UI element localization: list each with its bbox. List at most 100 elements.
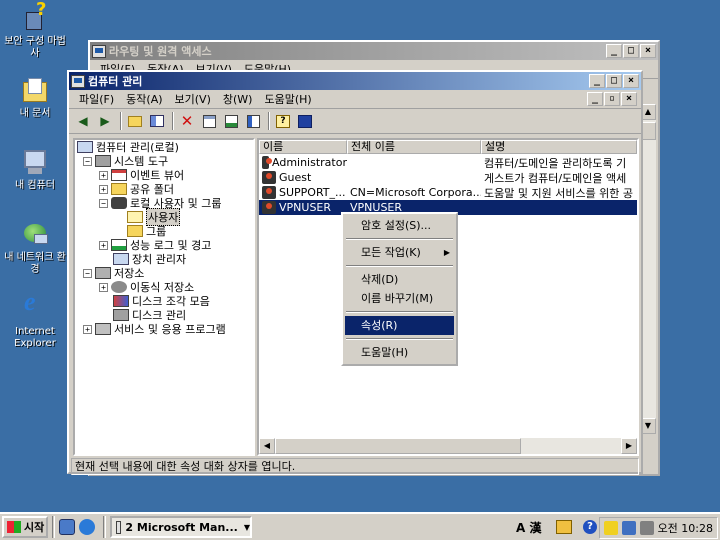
security-shield-icon[interactable] xyxy=(603,521,618,535)
network-tray-icon[interactable] xyxy=(621,521,636,535)
minimize-button[interactable]: _ xyxy=(606,44,622,58)
expand-toggle[interactable]: + xyxy=(83,324,92,334)
desktop-icon-my-computer[interactable]: 내 컴퓨터 xyxy=(0,148,70,192)
menu-item-help[interactable]: 도움말(H) xyxy=(258,91,317,107)
menu-item-file[interactable]: 파일(F) xyxy=(73,91,120,107)
delete-icon[interactable]: ✕ xyxy=(177,112,197,130)
child-close-button[interactable]: × xyxy=(621,92,637,106)
tree-item-users[interactable]: 사용자 xyxy=(127,208,181,226)
taskbar-task-group[interactable]: 2 Microsoft Man... ▼ xyxy=(110,516,252,538)
collapse-toggle[interactable]: − xyxy=(99,198,108,208)
tree-item-disk-management[interactable]: 디스크 관리 xyxy=(113,308,186,322)
desktop-icon-label: 내 컴퓨터 xyxy=(15,180,55,191)
start-button[interactable]: 시작 xyxy=(2,516,48,538)
cell-name: Administrator xyxy=(272,156,347,169)
show-tree-icon[interactable] xyxy=(147,112,167,130)
scroll-thumb[interactable] xyxy=(275,438,521,454)
toolbar-separator xyxy=(120,112,122,130)
language-help-icon[interactable]: ? xyxy=(583,520,597,534)
up-folder-icon[interactable] xyxy=(125,112,145,130)
system-tray: 오전 10:28 xyxy=(598,517,718,539)
expand-toggle[interactable]: + xyxy=(99,282,108,292)
internet-explorer-quicklaunch-icon[interactable] xyxy=(79,519,95,535)
show-desktop-icon[interactable] xyxy=(59,519,75,535)
collapse-toggle[interactable]: − xyxy=(83,156,92,166)
context-menu: 암호 설정(S)... 모든 작업(K) ▶ 삭제(D) 이름 바꾸기(M) 속성… xyxy=(341,212,458,366)
menu-item-help[interactable]: 도움말(H) xyxy=(345,343,454,362)
tree-item-root[interactable]: 컴퓨터 관리(로컬) xyxy=(77,140,179,154)
desktop-icon-internet-explorer[interactable]: e Internet Explorer xyxy=(0,289,70,350)
my-computer-icon xyxy=(20,148,50,178)
table-row[interactable]: Guest 게스트가 컴퓨터/도메인을 액세 xyxy=(259,170,637,185)
ime-indicator[interactable]: A 漢 xyxy=(516,519,541,536)
menu-item-properties[interactable]: 속성(R) xyxy=(345,316,454,335)
collapse-toggle[interactable]: − xyxy=(83,268,92,278)
tree-item-defragmenter[interactable]: 디스크 조각 모음 xyxy=(113,294,210,308)
column-header-fullname[interactable]: 전체 이름 xyxy=(347,140,481,154)
tree-item-system-tools[interactable]: − 시스템 도구 xyxy=(83,154,168,168)
tree-item-services-apps[interactable]: + 서비스 및 응용 프로그램 xyxy=(83,322,226,336)
tree-item-shared-folders[interactable]: + 공유 폴더 xyxy=(99,182,174,196)
menu-item-delete[interactable]: 삭제(D) xyxy=(345,270,454,289)
child-restore-button[interactable]: ▫ xyxy=(604,92,620,106)
list-header: 이름 전체 이름 설명 xyxy=(259,140,637,154)
forward-arrow-icon[interactable]: ▶ xyxy=(95,112,115,130)
help-icon[interactable]: ? xyxy=(273,112,293,130)
menu-item-all-tasks[interactable]: 모든 작업(K) ▶ xyxy=(345,243,454,262)
clock[interactable]: 오전 10:28 xyxy=(658,520,713,536)
routing-window-titlebar[interactable]: 라우팅 및 원격 액세스 _ □ × xyxy=(90,42,658,60)
expand-toggle[interactable]: + xyxy=(99,170,108,180)
menu-item-action[interactable]: 동작(A) xyxy=(120,91,168,107)
mmc-console-icon[interactable] xyxy=(295,112,315,130)
cell-name: VPNUSER xyxy=(279,201,332,214)
tree-item-device-manager[interactable]: 장치 관리자 xyxy=(113,252,186,266)
status-text: 현재 선택 내용에 대한 속성 대화 상자를 엽니다. xyxy=(75,460,296,473)
column-header-description[interactable]: 설명 xyxy=(481,140,637,154)
menu-separator xyxy=(346,338,453,340)
cell-name: Guest xyxy=(279,171,312,184)
menu-item-window[interactable]: 창(W) xyxy=(217,91,259,107)
storage-icon xyxy=(95,267,111,279)
child-minimize-button[interactable]: _ xyxy=(587,92,603,106)
desktop-icon-label: 내 네트워크 환경 xyxy=(4,252,66,275)
main-toolbar: ◀ ▶ ✕ ? xyxy=(69,109,641,134)
close-button[interactable]: × xyxy=(623,74,639,88)
tree-item-performance-logs[interactable]: + 성능 로그 및 경고 xyxy=(99,238,211,252)
maximize-button[interactable]: □ xyxy=(623,44,639,58)
main-window-titlebar[interactable]: 컴퓨터 관리 _ □ × xyxy=(69,72,641,90)
minimize-button[interactable]: _ xyxy=(589,74,605,88)
desktop-icon-security-wizard[interactable]: ? 보안 구성 마법사 xyxy=(0,1,70,60)
scroll-right-button[interactable]: ▶ xyxy=(621,438,637,454)
ime-tool-icon[interactable] xyxy=(556,520,572,534)
open-folder-icon xyxy=(127,211,143,223)
desktop-icon-network[interactable]: 내 네트워크 환경 xyxy=(0,220,70,276)
menu-item-set-password[interactable]: 암호 설정(S)... xyxy=(345,216,454,235)
table-row[interactable]: SUPPORT_... CN=Microsoft Corpora... 도움말 … xyxy=(259,185,637,200)
expand-toggle[interactable]: + xyxy=(99,184,108,194)
menu-item-rename[interactable]: 이름 바꾸기(M) xyxy=(345,289,454,308)
menu-item-view[interactable]: 보기(V) xyxy=(169,91,217,107)
windows-update-icon[interactable] xyxy=(639,521,654,535)
tree-item-storage[interactable]: − 저장소 xyxy=(83,266,144,280)
maximize-button[interactable]: □ xyxy=(606,74,622,88)
tree-item-groups[interactable]: 그룹 xyxy=(127,224,166,238)
desktop-icon-my-documents[interactable]: 내 문서 xyxy=(0,76,70,120)
tree-item-event-viewer[interactable]: + 이벤트 뷰어 xyxy=(99,168,184,182)
export-list-icon[interactable] xyxy=(243,112,263,130)
users-groups-icon xyxy=(111,197,127,209)
close-button[interactable]: × xyxy=(640,44,656,58)
back-arrow-icon[interactable]: ◀ xyxy=(73,112,93,130)
table-row[interactable]: Administrator 컴퓨터/도메인을 관리하도록 기 xyxy=(259,155,637,170)
taskbar: 시작 2 Microsoft Man... ▼ A 漢 ? 오전 10:28 xyxy=(0,512,720,540)
properties-icon[interactable] xyxy=(199,112,219,130)
device-manager-icon xyxy=(113,253,129,265)
column-header-name[interactable]: 이름 xyxy=(259,140,347,154)
tree-item-removable-storage[interactable]: + 이동식 저장소 xyxy=(99,280,194,294)
list-horizontal-scrollbar[interactable]: ◀ ▶ xyxy=(259,438,637,454)
tree-pane[interactable]: 컴퓨터 관리(로컬) − 시스템 도구 + 이벤트 뷰어 + 공유 폴더 − 로… xyxy=(73,138,255,456)
tree-label: 서비스 및 응용 프로그램 xyxy=(114,323,226,336)
scroll-left-button[interactable]: ◀ xyxy=(259,438,275,454)
tools-icon xyxy=(95,155,111,167)
expand-toggle[interactable]: + xyxy=(99,240,108,250)
refresh-icon[interactable] xyxy=(221,112,241,130)
